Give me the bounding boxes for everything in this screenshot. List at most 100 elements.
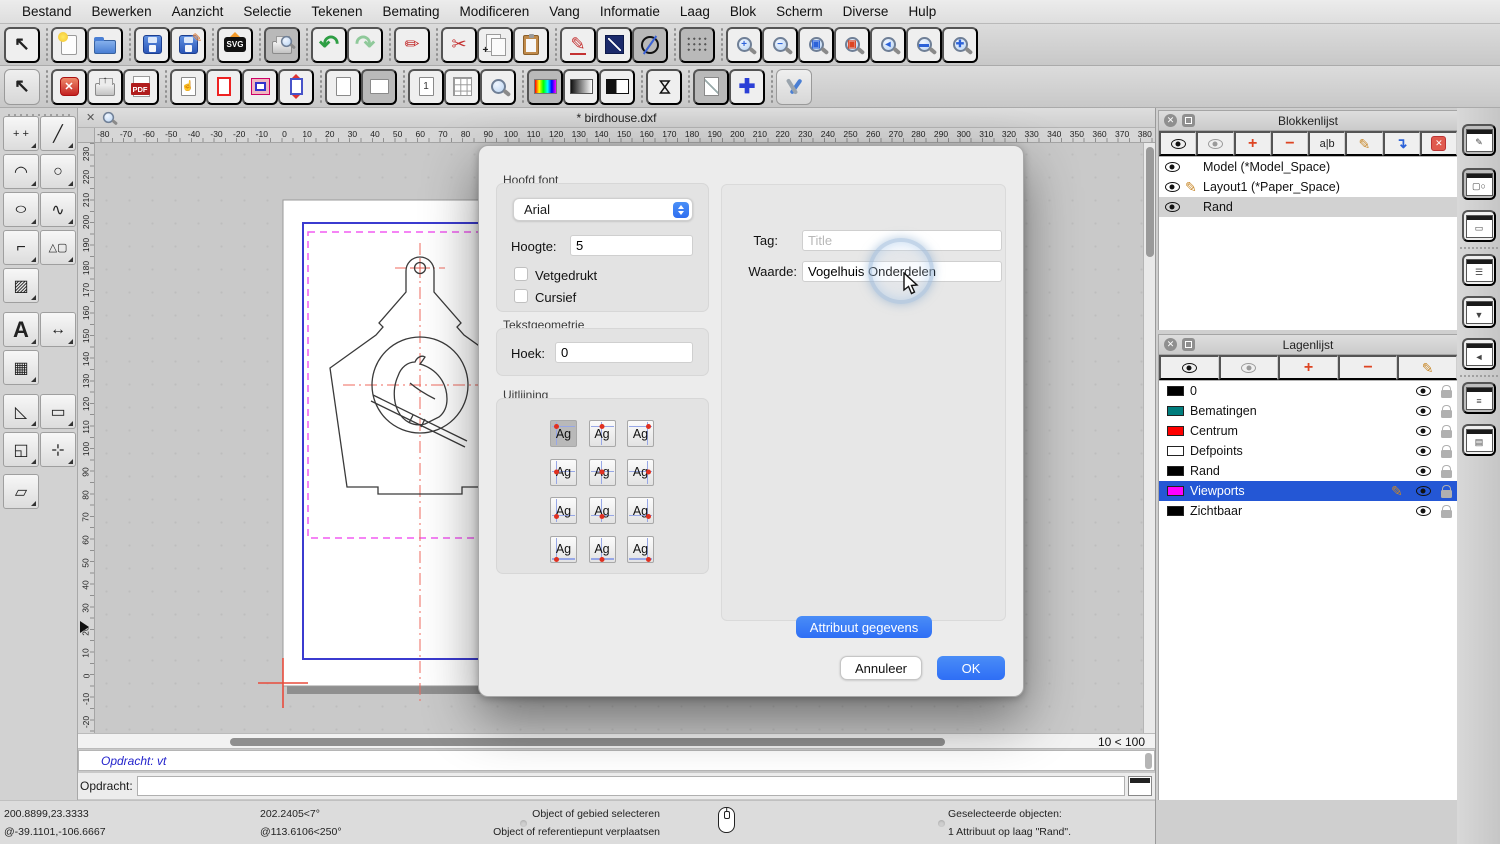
lineweight-scale-button[interactable]: ⋈ xyxy=(646,68,682,105)
save-button[interactable] xyxy=(134,26,170,63)
measure-tool[interactable]: ▭ xyxy=(40,394,76,429)
viewport-overlay-button[interactable] xyxy=(242,68,278,105)
add-block-button[interactable]: + xyxy=(1233,131,1271,156)
menu-item[interactable]: Bemating xyxy=(372,4,449,19)
alignment-option-button[interactable]: Ag xyxy=(627,535,654,563)
zoom-auto-button[interactable]: ▣ xyxy=(798,26,834,63)
close-panel-icon[interactable]: ✕ xyxy=(1164,114,1177,127)
hide-all-layers-button[interactable] xyxy=(1218,355,1279,380)
print-preview-button[interactable] xyxy=(264,26,300,63)
multi-page-button[interactable] xyxy=(444,68,480,105)
menu-item[interactable]: Blok xyxy=(720,4,766,19)
grid-toggle-button[interactable] xyxy=(679,26,715,63)
menu-item[interactable]: Laag xyxy=(670,4,720,19)
circle-tool[interactable]: ○ xyxy=(40,154,76,189)
layer-visibility-icon[interactable] xyxy=(1415,426,1431,436)
alignment-option-button[interactable]: Ag xyxy=(627,458,654,486)
full-color-button[interactable] xyxy=(527,68,563,105)
paper-border-button[interactable] xyxy=(206,68,242,105)
layer-row[interactable]: Defpoints xyxy=(1159,441,1457,461)
menu-item[interactable]: Diverse xyxy=(833,4,899,19)
zoom-out-button[interactable]: − xyxy=(762,26,798,63)
construction-toggle-button[interactable] xyxy=(632,26,668,63)
block-visibility-icon[interactable] xyxy=(1164,162,1180,172)
ellipse-tool[interactable]: ○ xyxy=(3,192,39,227)
blackwhite-button[interactable] xyxy=(599,68,635,105)
modify-tool[interactable]: ◱ xyxy=(3,432,39,467)
dimension-tool[interactable]: ↔ xyxy=(40,312,76,347)
toggle-property-editor-button[interactable]: ☰ xyxy=(1462,254,1496,286)
zoom-selection-button[interactable]: ▣ xyxy=(834,26,870,63)
hatch-tool[interactable]: ▨ xyxy=(3,268,39,303)
layer-row[interactable]: Centrum xyxy=(1159,421,1457,441)
draft-mode-button[interactable] xyxy=(693,68,729,105)
export-button[interactable]: ↑ xyxy=(87,68,123,105)
alignment-option-button[interactable]: Ag xyxy=(627,420,654,447)
layer-row[interactable]: 0 xyxy=(1159,381,1457,401)
arc-tool[interactable]: ◠ xyxy=(3,154,39,189)
single-page-button[interactable]: 1 xyxy=(408,68,444,105)
line-tool[interactable]: ╱ xyxy=(40,116,76,151)
history-scrollbar[interactable] xyxy=(1145,753,1152,769)
tab-magnifier-icon[interactable] xyxy=(103,111,115,124)
isometric-tool[interactable]: ▱ xyxy=(3,474,39,509)
scrollbar-thumb[interactable] xyxy=(1146,147,1154,257)
edit-block-button[interactable]: ✎ xyxy=(1345,131,1383,156)
zoom-window-button[interactable]: ▬ xyxy=(906,26,942,63)
alignment-option-button[interactable]: Ag xyxy=(550,497,577,524)
portrait-page-button[interactable] xyxy=(325,68,361,105)
layer-visibility-icon[interactable] xyxy=(1415,446,1431,456)
landscape-page-button[interactable] xyxy=(361,68,397,105)
ok-button[interactable]: OK xyxy=(937,656,1005,680)
alignment-option-button[interactable]: Ag xyxy=(588,420,616,447)
block-row[interactable]: ✎ Layout1 (*Paper_Space) xyxy=(1159,177,1457,197)
show-all-blocks-button[interactable] xyxy=(1159,131,1197,156)
layer-lock-icon[interactable] xyxy=(1440,464,1452,478)
alignment-option-button[interactable]: Ag xyxy=(550,458,577,486)
pan-button[interactable]: ✚ xyxy=(942,26,978,63)
block-visibility-icon[interactable] xyxy=(1164,202,1180,212)
angle-input[interactable] xyxy=(555,342,693,363)
preferences-button[interactable] xyxy=(776,68,812,105)
horizontal-scrollbar[interactable]: 10 < 100 xyxy=(78,733,1155,749)
layer-lock-icon[interactable] xyxy=(1440,404,1452,418)
snap-tool[interactable]: ⊹ xyxy=(40,432,76,467)
remove-layer-button[interactable]: − xyxy=(1337,355,1398,380)
close-preview-button[interactable]: ✕ xyxy=(51,68,87,105)
undo-button[interactable]: ↶ xyxy=(311,26,347,63)
fit-to-paper-button[interactable] xyxy=(278,68,314,105)
zoom-to-page-button[interactable] xyxy=(480,68,516,105)
erase-button[interactable]: ✏ xyxy=(394,26,430,63)
new-file-button[interactable] xyxy=(51,26,87,63)
paper-position-button[interactable]: ☝ xyxy=(170,68,206,105)
layer-lock-icon[interactable] xyxy=(1440,424,1452,438)
toggle-library-button[interactable]: ▢○ xyxy=(1462,168,1496,200)
remove-block-button[interactable]: − xyxy=(1270,131,1308,156)
menu-item[interactable]: Vang xyxy=(539,4,590,19)
font-select[interactable]: Arial xyxy=(513,198,693,221)
property-pencil-button[interactable]: ✎ xyxy=(560,26,596,63)
shape-tool[interactable]: △▢ xyxy=(40,230,76,265)
menu-item[interactable]: Scherm xyxy=(766,4,833,19)
select-tool-button[interactable]: ↖ xyxy=(4,26,40,63)
alignment-option-button[interactable]: Ag xyxy=(588,497,616,524)
alignment-option-button[interactable]: Ag xyxy=(588,458,616,486)
cut-button[interactable]: ✂ xyxy=(441,26,477,63)
alignment-option-button[interactable]: Ag xyxy=(550,535,577,563)
layer-visibility-icon[interactable] xyxy=(1415,486,1431,496)
insert-block-button[interactable]: ↴ xyxy=(1382,131,1420,156)
layer-row[interactable]: Rand xyxy=(1159,461,1457,481)
menu-item[interactable]: Bewerken xyxy=(82,4,162,19)
toggle-beam-button[interactable]: ◄ xyxy=(1462,338,1496,370)
close-panel-icon[interactable]: ✕ xyxy=(1164,338,1177,351)
svg-export-button[interactable]: SVG xyxy=(217,26,253,63)
layer-row[interactable]: Zichtbaar xyxy=(1159,501,1457,521)
detach-panel-icon[interactable] xyxy=(1182,338,1195,351)
delete-block-button[interactable]: ✕ xyxy=(1419,131,1457,156)
line-from-prior-button[interactable] xyxy=(596,26,632,63)
menu-item[interactable]: Bestand xyxy=(12,4,82,19)
cancel-button[interactable]: Annuleer xyxy=(840,656,922,680)
layer-visibility-icon[interactable] xyxy=(1415,466,1431,476)
menu-item[interactable]: Hulp xyxy=(898,4,946,19)
bold-checkbox[interactable] xyxy=(514,267,528,281)
